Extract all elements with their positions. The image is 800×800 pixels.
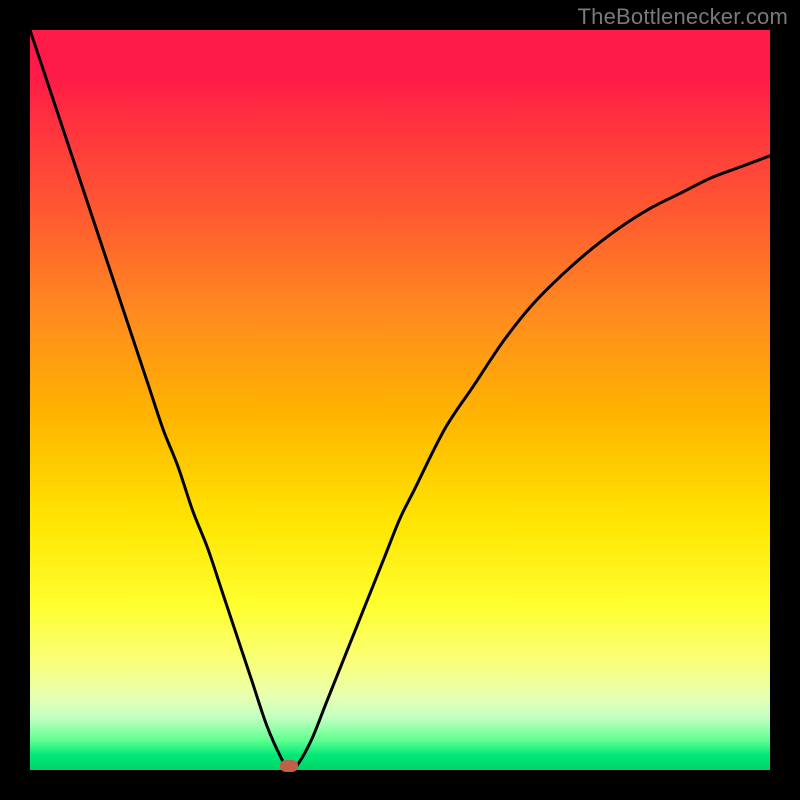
plot-area [30,30,770,770]
attribution-label: TheBottlenecker.com [578,4,788,30]
minimum-marker [280,760,298,772]
chart-frame: TheBottlenecker.com [0,0,800,800]
bottleneck-curve [30,30,770,770]
